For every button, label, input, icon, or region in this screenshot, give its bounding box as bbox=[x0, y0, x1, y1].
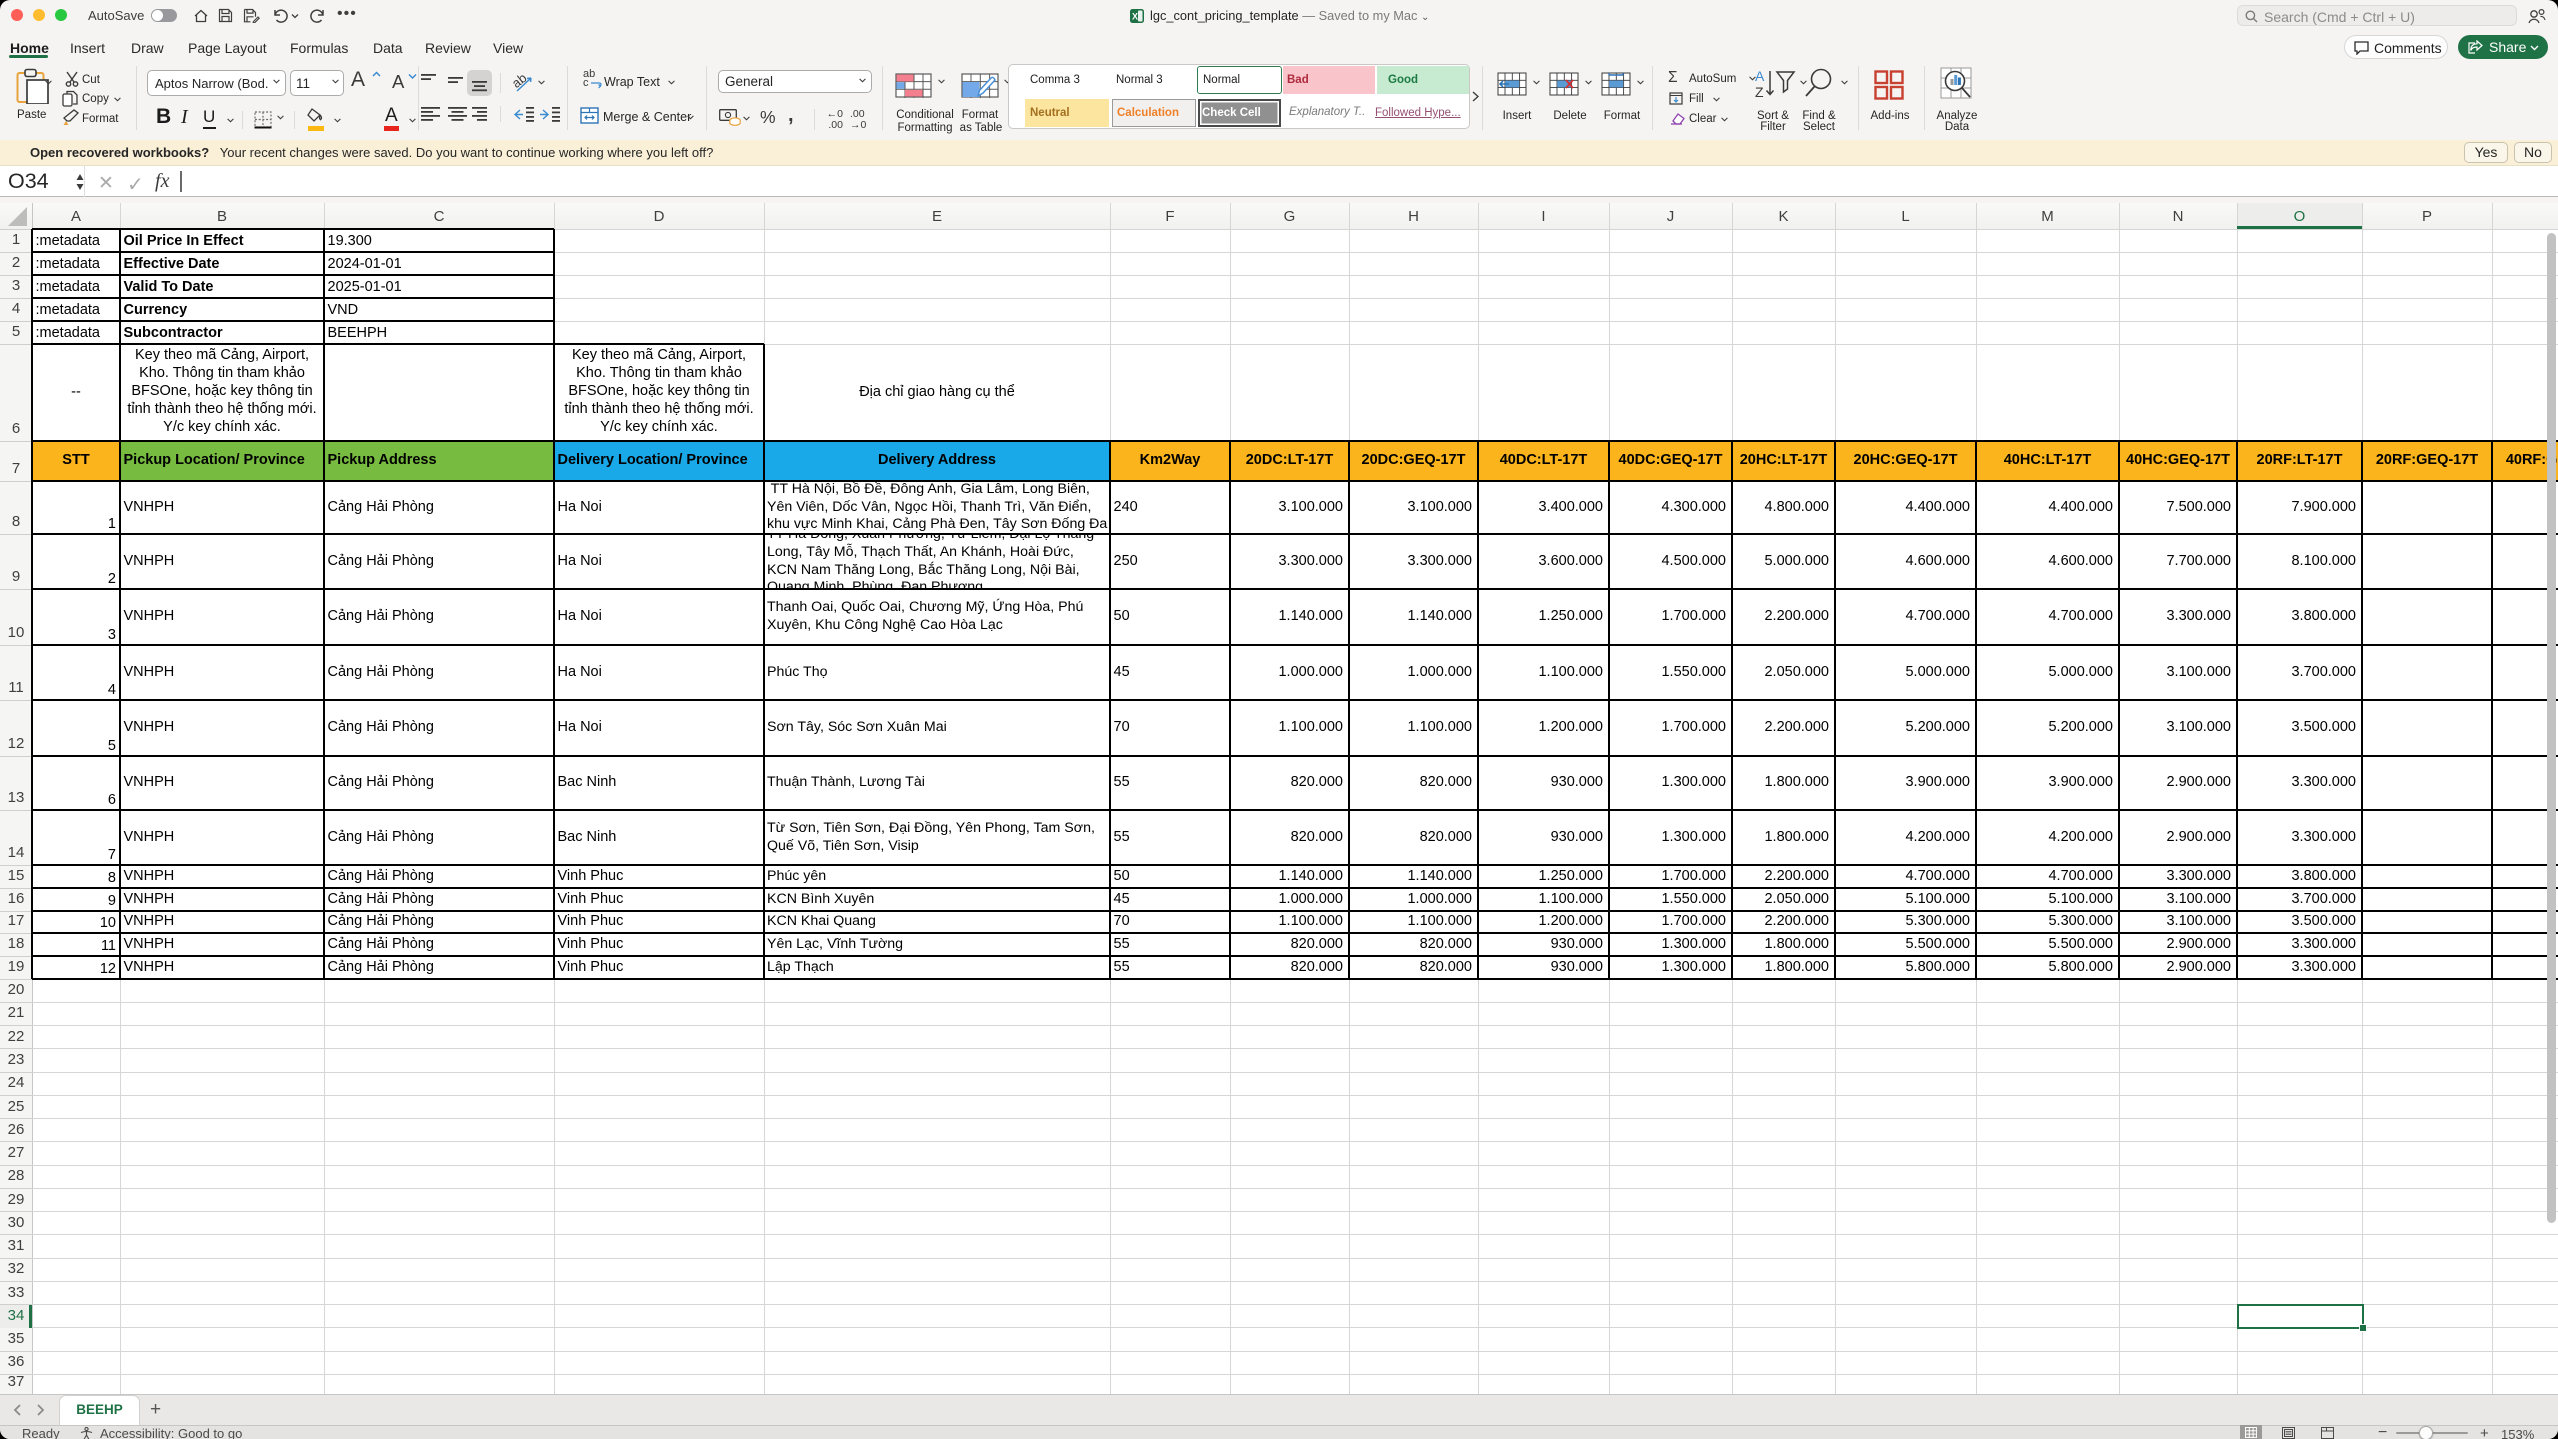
svg-text:Z: Z bbox=[1755, 84, 1764, 98]
svg-text:A: A bbox=[1755, 68, 1765, 84]
svg-text:X: X bbox=[1132, 12, 1138, 22]
